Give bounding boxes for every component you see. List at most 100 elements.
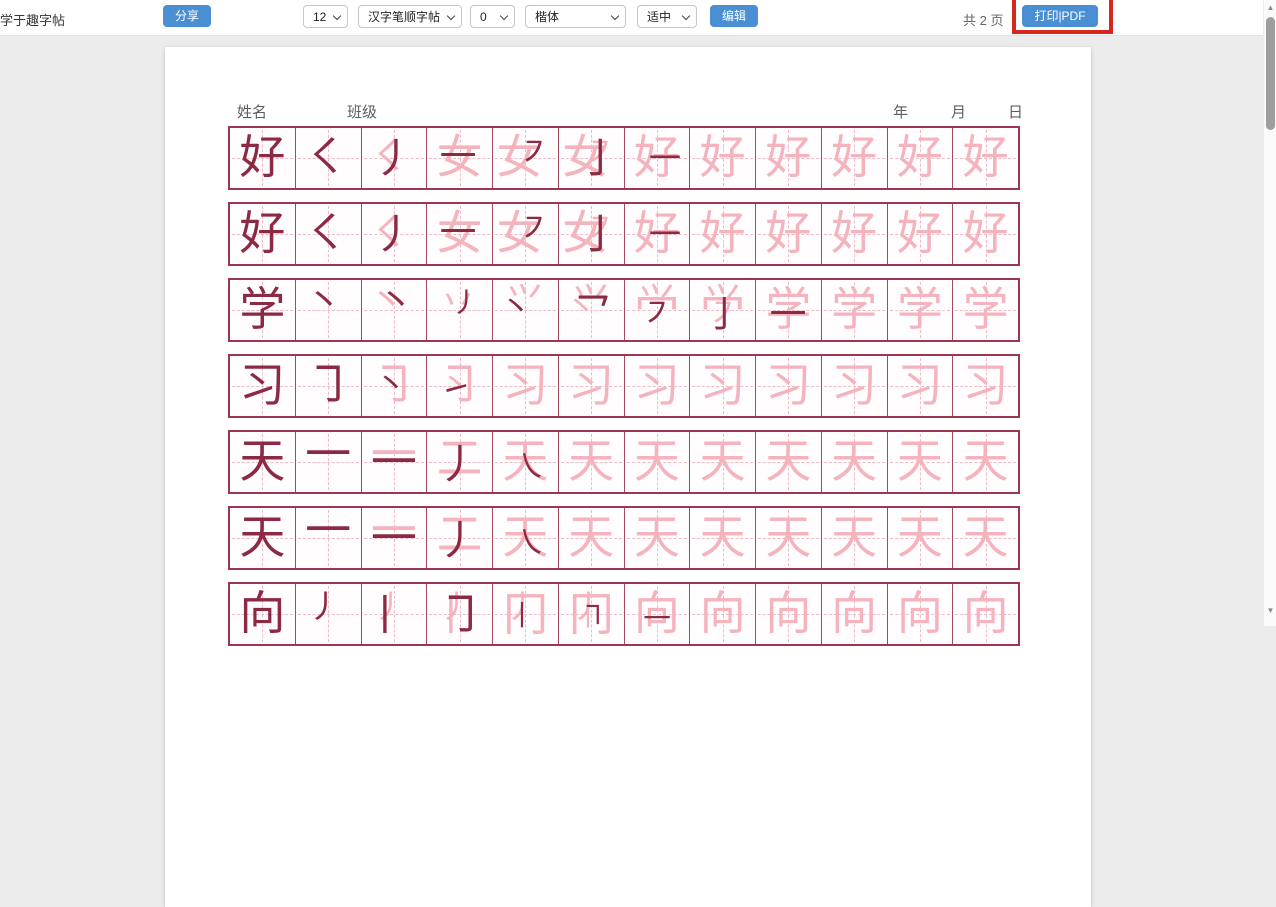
stroke-glyph-dark: ㇆ <box>439 592 485 638</box>
worksheet-page: 姓名 班级 年 月 日 好㇛㇛丿女一女㇇女㇇亅好一好好好好好好㇛㇛丿女一女㇇女㇇… <box>165 47 1091 907</box>
grid-cell: 习 <box>493 356 559 416</box>
trace-glyph-pink: 习 <box>897 363 943 409</box>
edit-button[interactable]: 编辑 <box>710 5 758 27</box>
stroke-glyph-dark: ㇆ <box>306 362 352 408</box>
grid-cell: 好 <box>822 128 888 188</box>
grid-cell: 丿丨 <box>362 584 428 644</box>
practice-row: 向丿丿丨丿丨㇆丿冂丨丿冂丨㇕向一向向向向向 <box>228 582 1020 646</box>
grid-cell: 丿丨㇆ <box>427 584 493 644</box>
trace-glyph-pink: 好 <box>963 211 1009 257</box>
grid-cell: 天 <box>625 432 691 492</box>
grid-cell: 向一 <box>625 584 691 644</box>
grid-cell: 天 <box>690 432 756 492</box>
chevron-down-icon <box>447 12 455 20</box>
trace-glyph-pink: 好 <box>765 135 811 181</box>
chevron-down-icon <box>682 12 690 20</box>
practice-row: 天一一一二丿天㇏天天天天天天天 <box>228 430 1020 494</box>
grid-cell: 天㇏ <box>493 432 559 492</box>
stroke-glyph-dark: ㇖ <box>572 287 613 328</box>
grid-cell: 向 <box>230 584 296 644</box>
grid-cell: 习 <box>230 356 296 416</box>
share-button[interactable]: 分享 <box>163 5 211 27</box>
trace-glyph-pink: 习 <box>700 363 746 409</box>
practice-row: 天一一一二丿天㇏天天天天天天天 <box>228 506 1020 570</box>
grid-cell: 向 <box>756 584 822 644</box>
trace-glyph-pink: 习 <box>765 363 811 409</box>
grid-cell: ㇛ <box>296 204 362 264</box>
stroke-glyph-dark: ㇏ <box>514 451 546 483</box>
grid-cell: 天 <box>559 432 625 492</box>
stroke-glyph-dark: ㇇ <box>518 136 550 168</box>
font-select[interactable]: 楷体 <box>525 5 626 28</box>
toolbar: 分享 学于趣字帖 12 汉字笔顺字帖 0 楷体 适中 编辑 共 2 页 打印|P… <box>0 0 1276 36</box>
stroke-glyph-dark: 一 <box>770 296 807 333</box>
stroke-glyph-dark: 丿 <box>437 444 478 485</box>
stroke-glyph-dark: 天 <box>239 515 285 561</box>
grid-cell: 学 <box>888 280 954 340</box>
scroll-down-icon[interactable]: ▼ <box>1264 606 1276 615</box>
trace-glyph-pink: 向 <box>831 591 877 637</box>
practice-row: 好㇛㇛丿女一女㇇女㇇亅好一好好好好好 <box>228 202 1020 266</box>
grid-cell: 向 <box>888 584 954 644</box>
grid-cell: 习 <box>690 356 756 416</box>
grid-cell: 好 <box>953 204 1018 264</box>
trace-glyph-pink: 好 <box>831 135 877 181</box>
trace-glyph-pink: 好 <box>897 135 943 181</box>
grid-cell: 一一 <box>362 432 428 492</box>
trace-glyph-pink: 天 <box>765 515 811 561</box>
trace-glyph-pink: 天 <box>700 439 746 485</box>
stroke-glyph-dark: 丶 <box>377 284 414 321</box>
stroke-glyph-dark: 一 <box>440 139 477 176</box>
trace-glyph-pink: 好 <box>700 211 746 257</box>
grid-cell: ㇆丶㇀ <box>427 356 493 416</box>
grid-cell: 学 <box>230 280 296 340</box>
print-pdf-button[interactable]: 打印|PDF <box>1022 5 1098 27</box>
stroke-glyph-dark: 丿 <box>452 289 480 317</box>
grid-cell: 女一 <box>427 128 493 188</box>
trace-glyph-pink: 习 <box>634 363 680 409</box>
trace-glyph-pink: 向 <box>765 591 811 637</box>
scroll-up-icon[interactable]: ▲ <box>1264 3 1276 12</box>
grid-cell: ⺍冖㇇ <box>625 280 691 340</box>
grid-cell: 丿 <box>296 584 362 644</box>
trace-glyph-pink: 向 <box>963 591 1009 637</box>
practice-row: 学丶丶丶丷丿⺍丶⺍丶㇖⺍冖㇇⺍冖㇇亅学一学学学 <box>228 278 1020 342</box>
chevron-down-icon <box>333 12 341 20</box>
template-select[interactable]: 汉字笔顺字帖 <box>358 5 462 28</box>
stroke-glyph-dark: ㇀ <box>440 374 472 406</box>
grid-cell: 天 <box>230 508 296 568</box>
grid-cell: 天 <box>690 508 756 568</box>
grid-cell: 天 <box>756 432 822 492</box>
stroke-glyph-dark: 丨 <box>508 602 536 630</box>
grid-cell: 一 <box>296 508 362 568</box>
grid-cell: 习 <box>625 356 691 416</box>
grid-cell: ⺍丶㇖ <box>559 280 625 340</box>
template-value: 汉字笔顺字帖 <box>368 8 440 25</box>
page-count-label: 共 2 页 <box>963 10 1003 29</box>
grid-cell: 向 <box>953 584 1018 644</box>
grid-cell: 一一 <box>362 508 428 568</box>
stroke-glyph-dark: 丶 <box>375 369 407 401</box>
trace-glyph-pink: 天 <box>831 439 877 485</box>
grid-cell: 习 <box>559 356 625 416</box>
density-select[interactable]: 适中 <box>637 5 697 28</box>
stroke-glyph-dark: 丿 <box>373 214 414 255</box>
grid-cell: 好 <box>690 204 756 264</box>
grid-cell: 习 <box>953 356 1018 416</box>
stroke-glyph-dark: 一 <box>643 606 671 634</box>
offset-select[interactable]: 0 <box>470 5 515 28</box>
stroke-glyph-dark: 天 <box>239 439 285 485</box>
day-label: 日 <box>1008 101 1023 122</box>
grid-cell: 天 <box>888 508 954 568</box>
stroke-glyph-dark: ㇛ <box>303 211 349 257</box>
scrollbar-thumb[interactable] <box>1266 17 1275 130</box>
stroke-glyph-dark: 向 <box>239 591 285 637</box>
grid-cell: 学 <box>822 280 888 340</box>
chevron-down-icon <box>500 12 508 20</box>
stroke-glyph-dark: ㇇ <box>518 212 550 244</box>
trace-glyph-pink: 习 <box>568 363 614 409</box>
name-label: 姓名 <box>237 101 267 122</box>
grid-cell: 好 <box>690 128 756 188</box>
font-size-select[interactable]: 12 <box>303 5 348 28</box>
class-label: 班级 <box>347 101 377 122</box>
